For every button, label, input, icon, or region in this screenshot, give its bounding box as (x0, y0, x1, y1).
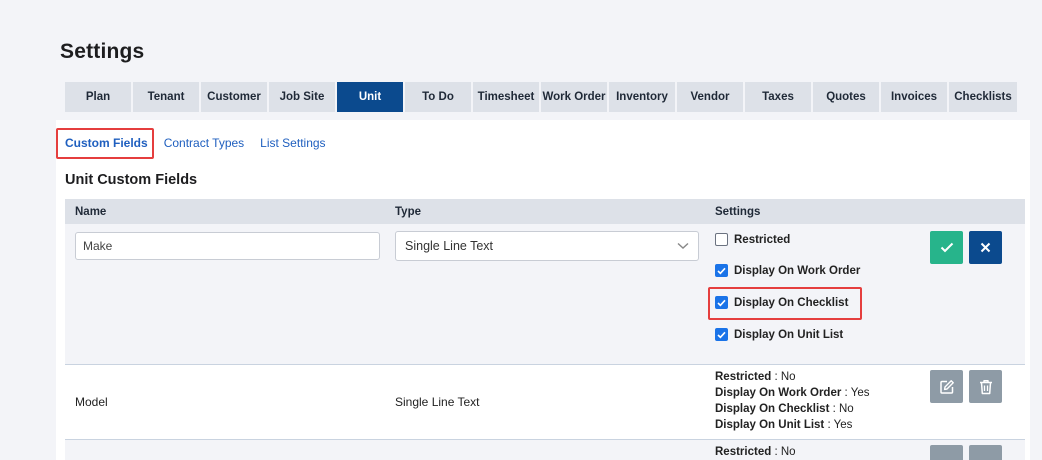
table-row: Model Single Line Text Restricted : No D… (65, 365, 1025, 440)
save-button[interactable] (930, 231, 963, 264)
edit-row: Single Line Text Restricted Display On W… (65, 224, 1025, 365)
check-display-on-work-order-label: Display On Work Order (734, 264, 861, 277)
type-select[interactable]: Single Line Text (395, 231, 699, 261)
tab-job-site[interactable]: Job Site (269, 82, 335, 112)
name-input[interactable] (75, 232, 380, 260)
close-icon (980, 242, 991, 253)
settings-tabs: Plan Tenant Customer Job Site Unit To Do… (65, 82, 1017, 112)
check-display-on-work-order[interactable]: Display On Work Order (715, 264, 860, 277)
tab-taxes[interactable]: Taxes (745, 82, 811, 112)
tab-tenant[interactable]: Tenant (133, 82, 199, 112)
tab-checklists[interactable]: Checklists (949, 82, 1017, 112)
check-restricted-label: Restricted (734, 233, 791, 246)
tab-inventory[interactable]: Inventory (609, 82, 675, 112)
check-icon (940, 242, 953, 253)
checkbox-display-on-work-order[interactable] (715, 264, 728, 277)
tab-to-do[interactable]: To Do (405, 82, 471, 112)
checkbox-display-on-unit-list[interactable] (715, 328, 728, 341)
chevron-down-icon (677, 239, 689, 253)
tab-vendor[interactable]: Vendor (677, 82, 743, 112)
row-type: Single Line Text (395, 395, 480, 409)
subtab-contract-types[interactable]: Contract Types (164, 136, 244, 150)
check-restricted[interactable]: Restricted (715, 233, 790, 246)
tab-customer[interactable]: Customer (201, 82, 267, 112)
section-title: Unit Custom Fields (65, 172, 198, 188)
header-settings: Settings (715, 206, 761, 218)
header-name: Name (75, 206, 107, 218)
detail-display-on-unit-list: Display On Unit List : Yes (715, 419, 853, 431)
row-name: Model (75, 395, 108, 409)
trash-icon (979, 379, 992, 394)
header-type: Type (395, 206, 421, 218)
table-row: Restricted : No (65, 440, 1025, 460)
detail-display-on-checklist: Display On Checklist : No (715, 403, 854, 415)
edit-button[interactable] (930, 370, 963, 403)
table-header: Name Type Settings (65, 199, 1025, 224)
settings-card: Custom Fields Contract Types List Settin… (56, 120, 1030, 460)
detail-restricted: Restricted : No (715, 371, 796, 383)
delete-button[interactable] (969, 370, 1002, 403)
checkbox-restricted[interactable] (715, 233, 728, 246)
tab-quotes[interactable]: Quotes (813, 82, 879, 112)
page-title: Settings (60, 40, 145, 63)
tab-timesheet[interactable]: Timesheet (473, 82, 539, 112)
edit-icon (939, 379, 954, 394)
tab-work-order[interactable]: Work Order (541, 82, 607, 112)
check-display-on-unit-list[interactable]: Display On Unit List (715, 328, 843, 341)
tab-unit[interactable]: Unit (337, 82, 403, 112)
display-on-checklist-highlight (708, 287, 862, 320)
tab-plan[interactable]: Plan (65, 82, 131, 112)
cancel-button[interactable] (969, 231, 1002, 264)
type-select-value: Single Line Text (405, 239, 494, 253)
detail-display-on-work-order: Display On Work Order : Yes (715, 387, 870, 399)
subtab-list-settings[interactable]: List Settings (260, 136, 325, 150)
tab-invoices[interactable]: Invoices (881, 82, 947, 112)
detail-restricted: Restricted : No (715, 446, 796, 458)
custom-fields-highlight (56, 128, 154, 159)
check-display-on-unit-list-label: Display On Unit List (734, 328, 844, 341)
